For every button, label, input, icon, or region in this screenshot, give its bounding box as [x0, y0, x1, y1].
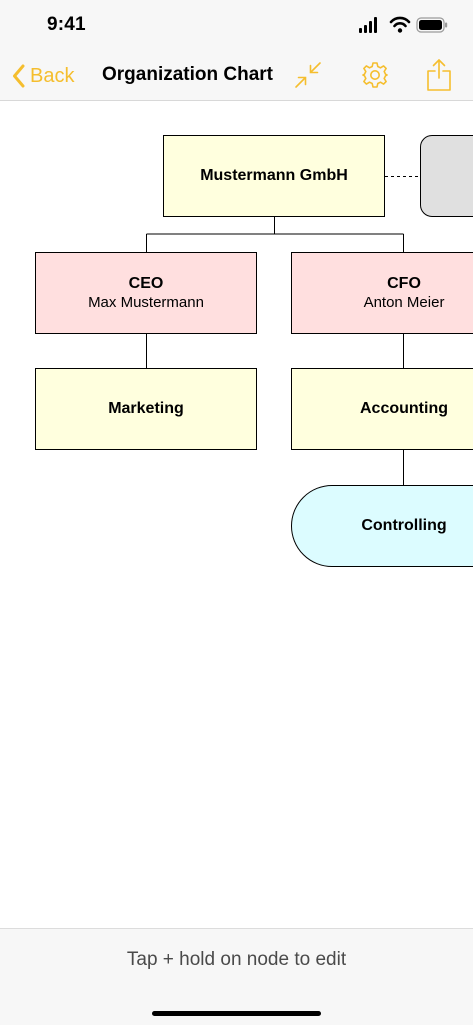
node-title: CFO: [387, 275, 421, 292]
node-subtitle: Max Mustermann: [88, 294, 204, 311]
page-title: Organization Chart: [102, 64, 274, 85]
chevron-left-icon: [13, 64, 25, 88]
signal-icon: [359, 17, 377, 33]
node-subtitle: Anton Meier: [363, 294, 445, 311]
gear-icon: [362, 62, 388, 88]
bottom-bar: Tap + hold on node to edit: [0, 928, 473, 1025]
navigation-bar: Back Organization Chart: [0, 50, 473, 101]
settings-button[interactable]: [361, 61, 389, 94]
status-icons: [359, 16, 449, 34]
node-title: Mustermann GmbH: [200, 167, 348, 184]
org-node-cfo[interactable]: CFO Anton Meier: [291, 252, 473, 334]
back-button[interactable]: Back: [12, 62, 74, 90]
home-indicator[interactable]: [152, 1011, 321, 1016]
org-node-marketing[interactable]: Marketing: [35, 368, 257, 450]
share-button[interactable]: [426, 58, 452, 97]
org-node-partial[interactable]: [420, 135, 473, 217]
node-title: Accounting: [360, 400, 448, 417]
org-node-company[interactable]: Mustermann GmbH: [163, 135, 385, 217]
collapse-icon: [295, 62, 321, 88]
org-node-controlling[interactable]: Controlling: [291, 485, 473, 567]
org-chart-canvas[interactable]: Mustermann GmbH CEO Max Mustermann CFO A…: [0, 101, 473, 928]
share-icon: [427, 59, 451, 91]
collapse-button[interactable]: [293, 61, 323, 94]
node-title: Controlling: [361, 517, 447, 534]
battery-icon: [416, 17, 448, 33]
status-time: 9:41: [47, 14, 86, 35]
node-title: Marketing: [108, 400, 184, 417]
back-label: Back: [30, 64, 75, 87]
org-node-accounting[interactable]: Accounting: [291, 368, 473, 450]
org-node-ceo[interactable]: CEO Max Mustermann: [35, 252, 257, 334]
node-title: CEO: [128, 275, 164, 292]
status-bar: 9:41: [0, 0, 473, 50]
hint-text: Tap + hold on node to edit: [126, 949, 347, 970]
wifi-icon: [389, 16, 411, 33]
